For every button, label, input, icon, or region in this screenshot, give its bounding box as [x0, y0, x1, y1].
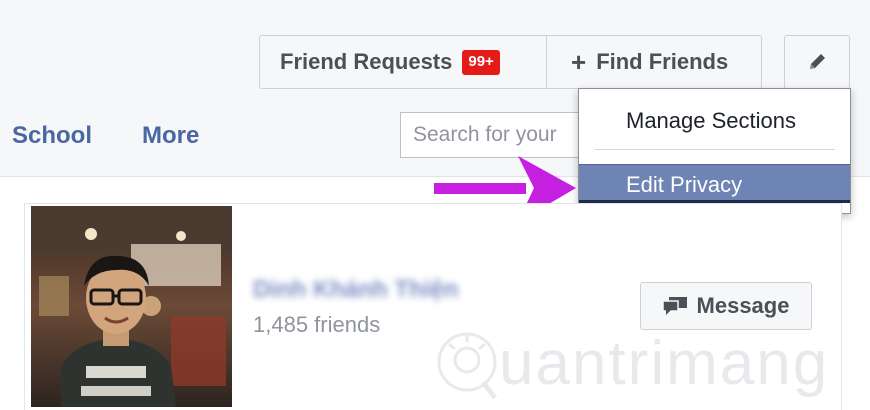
- friend-name-link[interactable]: Dinh Khánh Thiện: [253, 276, 458, 304]
- find-friends-button[interactable]: + Find Friends: [547, 36, 761, 88]
- edit-dropdown-menu: Manage Sections Edit Privacy: [578, 88, 851, 214]
- pencil-icon: [810, 54, 825, 69]
- friend-requests-button[interactable]: Friend Requests 99+: [260, 36, 547, 88]
- nav-link-school[interactable]: School: [12, 122, 92, 150]
- message-button[interactable]: Message: [640, 282, 812, 330]
- menu-item-manage-sections[interactable]: Manage Sections: [579, 103, 850, 139]
- page: Friend Requests 99+ + Find Friends Schoo…: [0, 0, 870, 410]
- friends-button-group: Friend Requests 99+ + Find Friends: [259, 35, 762, 89]
- edit-sections-button[interactable]: [784, 35, 850, 89]
- friend-profile-photo[interactable]: [31, 206, 232, 407]
- speech-bubble-icon: [662, 297, 687, 315]
- menu-divider: [595, 149, 835, 150]
- message-label: Message: [696, 293, 790, 318]
- menu-item-edit-privacy[interactable]: Edit Privacy: [579, 164, 850, 203]
- plus-icon: +: [571, 47, 587, 77]
- friend-requests-label: Friend Requests: [280, 49, 453, 74]
- find-friends-label: Find Friends: [596, 49, 729, 74]
- friend-requests-badge: 99+: [462, 49, 500, 75]
- nav-link-more[interactable]: More: [142, 122, 199, 150]
- friend-count: 1,485 friends: [253, 312, 381, 337]
